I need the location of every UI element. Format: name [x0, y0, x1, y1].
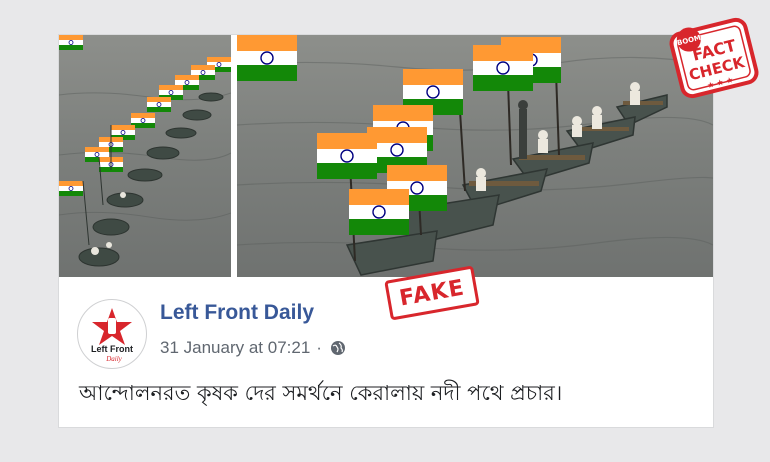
boom-fact-check-badge: BOOM FACT CHECK ★ ★ ★ [669, 17, 759, 99]
red-star-fist-icon: Left Front Daily [91, 308, 133, 363]
facebook-post-card: FAKE Left Front Daily Left Front Daily 3… [58, 34, 714, 428]
page-name-link[interactable]: Left Front Daily [160, 301, 314, 325]
post-photo-left[interactable] [59, 35, 231, 277]
meta-separator: · [316, 338, 322, 357]
globe-icon[interactable] [330, 340, 346, 356]
avatar-logo-line2: Daily [105, 355, 122, 363]
post-photo-right[interactable] [237, 35, 713, 277]
page-avatar[interactable]: Left Front Daily [77, 299, 147, 369]
post-meta: 31 January at 07:21 · [160, 338, 346, 358]
post-timestamp[interactable]: 31 January at 07:21 [160, 338, 310, 358]
post-message: আন্দোলনরত কৃষক দের সমর্থনে কেরালায় নদী … [79, 381, 563, 405]
boats-flags-illustration-right [237, 35, 713, 276]
fake-stamp-label: FAKE [397, 274, 467, 312]
avatar-logo-line1: Left Front [91, 344, 133, 354]
boats-flags-illustration-left [59, 35, 231, 267]
